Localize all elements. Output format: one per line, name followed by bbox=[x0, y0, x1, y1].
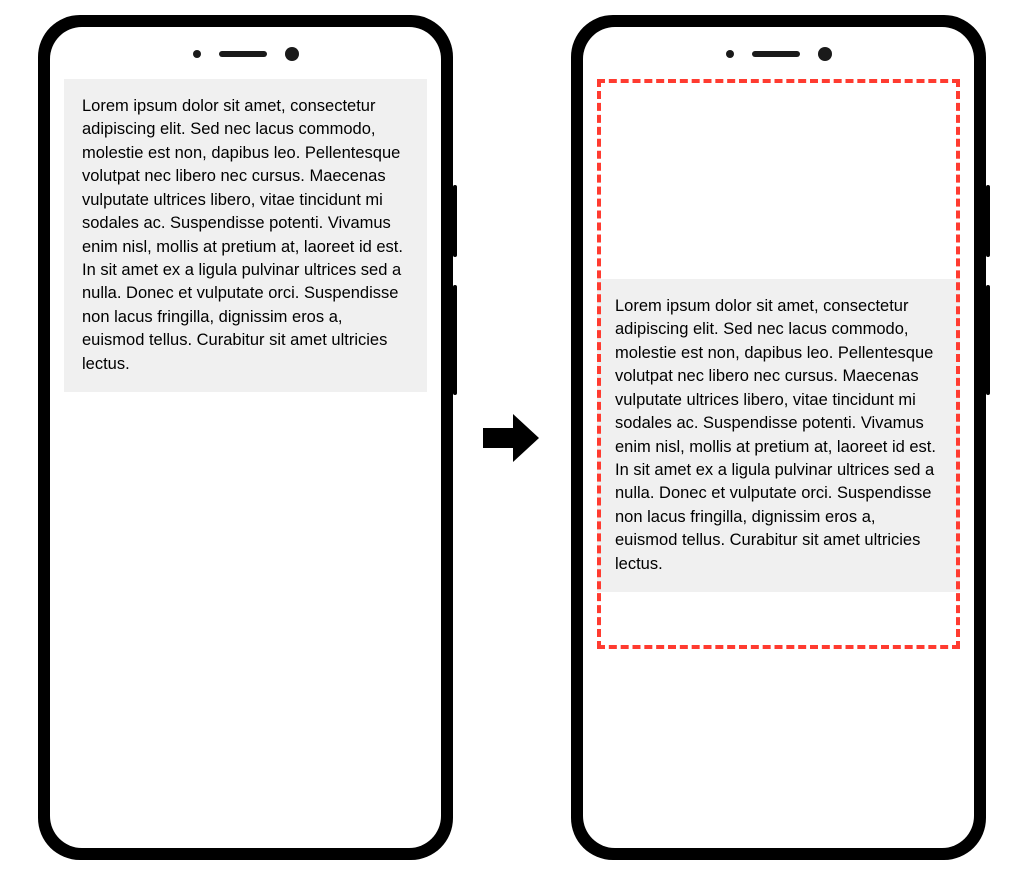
power-button-icon bbox=[986, 185, 990, 257]
volume-button-icon bbox=[986, 285, 990, 395]
screen-area-left: Lorem ipsum dolor sit amet, consectetur … bbox=[64, 79, 427, 796]
phone-bezel: Lorem ipsum dolor sit amet, consectetur … bbox=[583, 27, 974, 848]
phone-side-buttons bbox=[986, 185, 990, 423]
power-button-icon bbox=[453, 185, 457, 257]
lorem-text: Lorem ipsum dolor sit amet, consectetur … bbox=[82, 97, 403, 373]
speaker-icon bbox=[219, 51, 267, 57]
volume-button-icon bbox=[453, 285, 457, 395]
phone-mockup-right: Lorem ipsum dolor sit amet, consectetur … bbox=[571, 15, 986, 860]
sensor-dot-icon bbox=[726, 50, 734, 58]
content-text-box: Lorem ipsum dolor sit amet, consectetur … bbox=[64, 79, 427, 392]
screen-area-right: Lorem ipsum dolor sit amet, consectetur … bbox=[597, 79, 960, 796]
arrow-icon bbox=[483, 412, 541, 464]
camera-dot-icon bbox=[818, 47, 832, 61]
phone-mockup-left: Lorem ipsum dolor sit amet, consectetur … bbox=[38, 15, 453, 860]
phone-sensors bbox=[193, 47, 299, 61]
speaker-icon bbox=[752, 51, 800, 57]
lorem-text: Lorem ipsum dolor sit amet, consectetur … bbox=[615, 297, 936, 573]
phone-sensors bbox=[726, 47, 832, 61]
content-text-box: Lorem ipsum dolor sit amet, consectetur … bbox=[597, 279, 960, 592]
phone-bezel: Lorem ipsum dolor sit amet, consectetur … bbox=[50, 27, 441, 848]
phone-side-buttons bbox=[453, 185, 457, 423]
camera-dot-icon bbox=[285, 47, 299, 61]
layout-diagram: Lorem ipsum dolor sit amet, consectetur … bbox=[0, 0, 1024, 875]
sensor-dot-icon bbox=[193, 50, 201, 58]
